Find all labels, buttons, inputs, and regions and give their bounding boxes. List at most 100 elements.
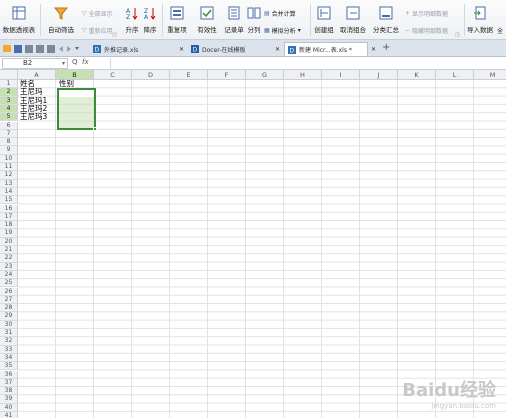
column-header-l[interactable]: L bbox=[436, 70, 474, 80]
select-all-corner[interactable] bbox=[0, 70, 18, 80]
tab-new-workbook[interactable]: D 新建 Micr...表.xls * bbox=[284, 42, 368, 56]
row-header-24[interactable]: 24 bbox=[0, 270, 18, 280]
sort-desc-button[interactable]: ZA 降序 bbox=[142, 2, 158, 38]
row-header-39[interactable]: 39 bbox=[0, 395, 18, 404]
pivot-table-button[interactable]: 数据透视表 bbox=[2, 2, 36, 38]
column-header-k[interactable]: K bbox=[398, 70, 436, 80]
svg-text:D: D bbox=[193, 47, 198, 54]
row-header-19[interactable]: 19 bbox=[0, 229, 18, 238]
column-header-c[interactable]: C bbox=[94, 70, 132, 80]
fx-icon[interactable]: fx bbox=[82, 58, 89, 66]
text-to-columns-button[interactable]: 分列 bbox=[246, 2, 262, 38]
column-header-g[interactable]: G bbox=[246, 70, 284, 80]
formula-input[interactable] bbox=[110, 58, 504, 69]
consolidate-button[interactable]: ▤ 合并计算 bbox=[264, 9, 296, 18]
row-header-3[interactable]: 3 bbox=[0, 96, 18, 105]
column-header-e[interactable]: E bbox=[170, 70, 208, 80]
column-header-m[interactable]: M bbox=[474, 70, 506, 80]
row-header-4[interactable]: 4 bbox=[0, 104, 18, 114]
quick-access-icons[interactable] bbox=[2, 43, 82, 54]
row-header-34[interactable]: 34 bbox=[0, 353, 18, 363]
row-header-14[interactable]: 14 bbox=[0, 187, 18, 197]
column-header-j[interactable]: J bbox=[360, 70, 398, 80]
row-header-8[interactable]: 8 bbox=[0, 138, 18, 147]
cell-grid[interactable] bbox=[18, 80, 506, 418]
row-header-27[interactable]: 27 bbox=[0, 295, 18, 305]
row-header-40[interactable]: 40 bbox=[0, 403, 18, 412]
validity-button[interactable]: 有效性 bbox=[194, 2, 220, 38]
row-header-9[interactable]: 9 bbox=[0, 146, 18, 155]
show-all-button[interactable]: ▽ 全部显示 bbox=[82, 9, 113, 18]
import-data-button[interactable]: 导入数据 bbox=[466, 2, 494, 38]
zoom-icon[interactable]: Q bbox=[72, 58, 78, 66]
what-if-button[interactable]: ▦ 模拟分析 ▾ bbox=[264, 26, 301, 35]
row-header-30[interactable]: 30 bbox=[0, 320, 18, 329]
row-header-41[interactable]: 41 bbox=[0, 412, 18, 418]
row-header-17[interactable]: 17 bbox=[0, 212, 18, 222]
row-header-38[interactable]: 38 bbox=[0, 387, 18, 396]
row-header-13[interactable]: 13 bbox=[0, 179, 18, 188]
row-header-2[interactable]: 2 bbox=[0, 88, 18, 97]
row-header-36[interactable]: 36 bbox=[0, 370, 18, 379]
active-cell[interactable] bbox=[57, 88, 96, 97]
text-to-columns-icon bbox=[247, 6, 261, 20]
group-button[interactable]: 创建组 bbox=[312, 2, 336, 38]
row-header-28[interactable]: 28 bbox=[0, 304, 18, 313]
autofilter-button[interactable]: 自动筛选 bbox=[44, 2, 78, 38]
row-header-5[interactable]: 5 bbox=[0, 113, 18, 122]
close-tab-icon[interactable]: ✕ bbox=[368, 42, 379, 56]
row-header-1[interactable]: 1 bbox=[0, 80, 18, 89]
docer-icon: D bbox=[191, 45, 199, 54]
name-box[interactable]: B2 ▾ bbox=[2, 58, 68, 69]
row-header-32[interactable]: 32 bbox=[0, 337, 18, 346]
new-tab-icon[interactable]: + bbox=[382, 42, 390, 53]
pivot-table-icon bbox=[12, 6, 26, 20]
column-header-i[interactable]: I bbox=[322, 70, 360, 80]
row-header-12[interactable]: 12 bbox=[0, 171, 18, 180]
row-header-11[interactable]: 11 bbox=[0, 163, 18, 172]
row-header-20[interactable]: 20 bbox=[0, 237, 18, 246]
close-tab-icon[interactable]: ✕ bbox=[176, 42, 187, 56]
reapply-button[interactable]: ▽ 重新应用 bbox=[82, 26, 113, 35]
cell-a5[interactable]: 王尼玛3 bbox=[19, 112, 47, 121]
column-header-d[interactable]: D bbox=[132, 70, 170, 80]
record-list-button[interactable]: 记录单 bbox=[222, 2, 246, 38]
row-header-10[interactable]: 10 bbox=[0, 154, 18, 163]
subtotal-button[interactable]: 分类汇总 bbox=[372, 2, 400, 38]
group-icon bbox=[317, 6, 331, 20]
row-header-18[interactable]: 18 bbox=[0, 221, 18, 230]
row-header-22[interactable]: 22 bbox=[0, 254, 18, 263]
row-header-25[interactable]: 25 bbox=[0, 279, 18, 288]
row-header-31[interactable]: 31 bbox=[0, 329, 18, 338]
svg-text:Z: Z bbox=[126, 14, 130, 20]
ribbon-cut-label: 全 bbox=[497, 28, 504, 35]
outline-group-launcher[interactable]: ◳ bbox=[455, 32, 460, 38]
row-header-23[interactable]: 23 bbox=[0, 262, 18, 271]
cell-b1[interactable]: 性别 bbox=[58, 79, 74, 88]
tab-docer-templates[interactable]: D Docer-在线模板 bbox=[188, 42, 249, 56]
column-header-f[interactable]: F bbox=[208, 70, 246, 80]
row-header-33[interactable]: 33 bbox=[0, 345, 18, 354]
row-header-26[interactable]: 26 bbox=[0, 287, 18, 296]
row-header-6[interactable]: 6 bbox=[0, 121, 18, 130]
column-header-h[interactable]: H bbox=[284, 70, 322, 80]
duplicates-button[interactable]: 重复项 bbox=[164, 2, 190, 38]
chevron-down-icon[interactable]: ▾ bbox=[62, 59, 65, 68]
show-detail-button[interactable]: + 显示明细数据 bbox=[405, 9, 448, 18]
row-header-15[interactable]: 15 bbox=[0, 196, 18, 205]
row-header-35[interactable]: 35 bbox=[0, 362, 18, 371]
hide-detail-button[interactable]: − 隐藏明细数据 bbox=[405, 26, 448, 35]
row-header-16[interactable]: 16 bbox=[0, 204, 18, 213]
row-header-37[interactable]: 37 bbox=[0, 378, 18, 388]
fill-handle[interactable] bbox=[93, 127, 97, 131]
row-header-29[interactable]: 29 bbox=[0, 312, 18, 321]
filter-icon bbox=[54, 6, 68, 20]
row-header-21[interactable]: 21 bbox=[0, 246, 18, 255]
filter-group-launcher[interactable]: ◳ bbox=[112, 32, 117, 38]
sort-asc-button[interactable]: AZ 升序 bbox=[124, 2, 140, 38]
svg-text:D: D bbox=[290, 47, 295, 54]
ungroup-button[interactable]: 取消组合 bbox=[338, 2, 368, 38]
row-header-7[interactable]: 7 bbox=[0, 129, 18, 139]
close-tab-icon[interactable]: ✕ bbox=[272, 42, 283, 56]
tab-outreach-records[interactable]: D 外推记录.xls bbox=[90, 42, 141, 56]
